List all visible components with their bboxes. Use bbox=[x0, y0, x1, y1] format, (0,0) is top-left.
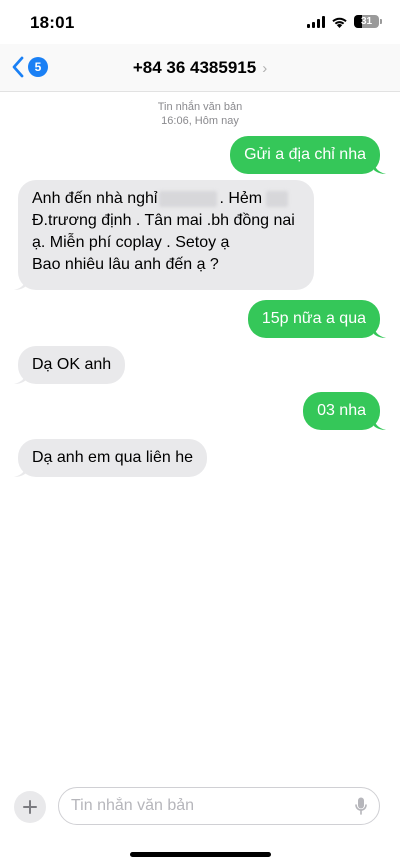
contact-number: +84 36 4385915 bbox=[132, 58, 257, 77]
bubble-tail bbox=[374, 324, 386, 338]
bubble-tail bbox=[374, 160, 386, 174]
redacted-text bbox=[159, 190, 218, 207]
message-type-label: Tin nhắn văn bản bbox=[157, 101, 243, 113]
message-bubble-sent[interactable]: 15p nữa a qua bbox=[247, 300, 380, 338]
message-meta: Tin nhắn văn bản 16:06, Hôm nay bbox=[0, 100, 400, 128]
bubble-tail bbox=[14, 276, 26, 290]
message-input-container bbox=[58, 787, 380, 825]
message-bubble-received[interactable]: Dạ anh em qua liên he bbox=[18, 439, 207, 477]
message-text: Dạ anh em qua liên he bbox=[32, 449, 193, 466]
conversation-header: 5 +84 36 4385915 › bbox=[0, 44, 400, 92]
message-text: 03 nha bbox=[317, 402, 366, 419]
message-bubble-sent[interactable]: 03 nha bbox=[303, 392, 380, 430]
message-line: Đ.trương định . Tân mai .bh đồng nai bbox=[32, 212, 295, 229]
message-line: Anh đến nhà nghỉ. Hẻm bbox=[32, 188, 300, 210]
chevron-right-icon: › bbox=[262, 60, 268, 77]
status-bar: 18:01 31 bbox=[0, 0, 400, 44]
plus-icon bbox=[23, 800, 37, 814]
signal-icon bbox=[307, 15, 325, 28]
home-indicator bbox=[130, 852, 271, 857]
status-icons: 31 bbox=[307, 15, 382, 28]
bubble-tail bbox=[14, 463, 26, 477]
status-time: 18:01 bbox=[30, 13, 75, 32]
message-text: Gửi a địa chỉ nha bbox=[244, 146, 366, 163]
battery-icon: 31 bbox=[354, 15, 382, 28]
redacted-text bbox=[266, 190, 289, 207]
message-input[interactable] bbox=[71, 788, 331, 824]
microphone-icon[interactable] bbox=[355, 797, 367, 815]
wifi-icon bbox=[332, 17, 347, 28]
contact-title[interactable]: +84 36 4385915 › bbox=[0, 58, 400, 78]
message-bubble-received[interactable]: Dạ OK anh bbox=[18, 346, 126, 384]
message-line: ạ. Miễn phí coplay . Setoy ạ bbox=[32, 234, 230, 251]
message-bubble-received[interactable]: Anh đến nhà nghỉ. Hẻm Đ.trương định . Tâ… bbox=[18, 180, 314, 290]
bubble-tail bbox=[374, 416, 386, 430]
apps-plus-button[interactable] bbox=[14, 791, 46, 823]
message-timestamp: 16:06, Hôm nay bbox=[161, 115, 239, 127]
message-line: Bao nhiêu lâu anh đến ạ ? bbox=[32, 256, 219, 273]
message-bubble-sent[interactable]: Gửi a địa chỉ nha bbox=[230, 136, 380, 174]
message-text: 15p nữa a qua bbox=[261, 310, 366, 327]
message-text: Dạ OK anh bbox=[32, 356, 112, 373]
bubble-tail bbox=[14, 370, 26, 384]
battery-level-text: 31 bbox=[360, 16, 373, 27]
